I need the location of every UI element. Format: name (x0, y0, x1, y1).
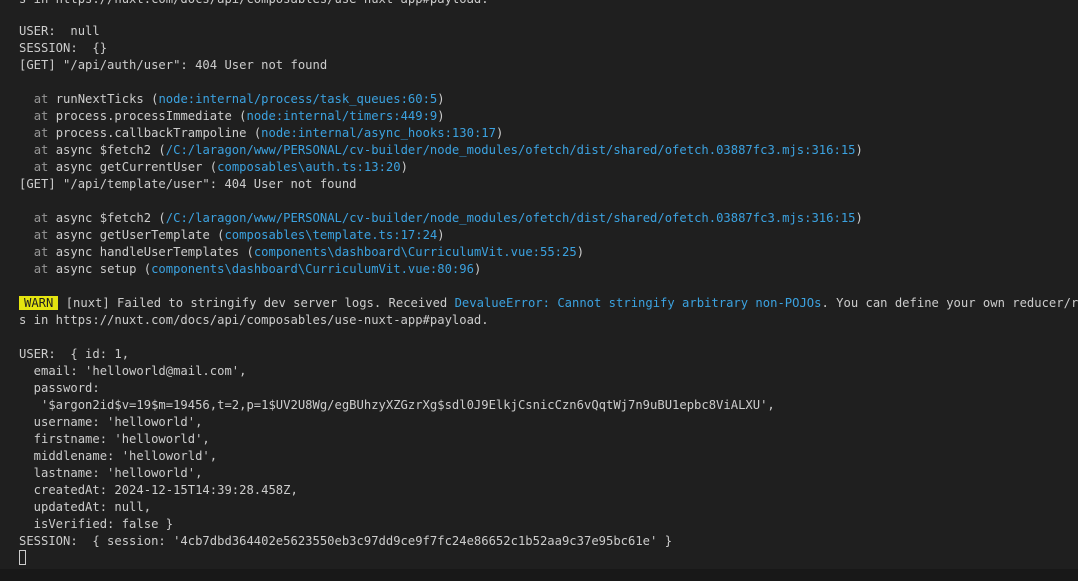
stack-at: at (33, 245, 56, 259)
stack-fn: process.callbackTrampoline ( (55, 126, 262, 140)
terminal-line: [GET] "/api/auth/user": 404 User not fou… (19, 58, 328, 72)
stack-fn: runNextTicks ( (55, 92, 159, 106)
terminal-line: USER: null (19, 24, 100, 38)
terminal-line: SESSION: { session: '4cb7dbd364402e56235… (19, 534, 673, 548)
stack-fn: process.processImmediate ( (55, 109, 247, 123)
panel-bottom-edge (0, 569, 1078, 581)
terminal-panel[interactable]: s in https://nuxt.com/docs/api/composabl… (0, 0, 1078, 581)
terminal-line: middlename: 'helloworld', (19, 449, 218, 463)
terminal-line: username: 'helloworld', (19, 415, 203, 429)
terminal-line: '$argon2id$v=19$m=19456,t=2,p=1$UV2U8Wg/… (19, 398, 775, 412)
stack-suffix: ) (400, 160, 408, 174)
stack-fn: async setup ( (55, 262, 152, 276)
stack-suffix: ) (576, 245, 585, 259)
warn-text: [nuxt] Failed to stringify dev server lo… (58, 296, 455, 310)
terminal-line: isVerified: false } (19, 517, 174, 531)
stack-frame: at process.callbackTrampoline (node:inte… (19, 125, 504, 142)
stack-at: at (33, 92, 56, 106)
stack-suffix: ) (855, 143, 863, 157)
stack-suffix: ) (437, 109, 445, 123)
warn-error-name: DevalueError: Cannot stringify arbitrary… (454, 296, 822, 310)
stack-location-link[interactable]: /C:/laragon/www/PERSONAL/cv-builder/node… (166, 211, 856, 225)
terminal-line: SESSION: {} (19, 41, 108, 55)
stack-location-link[interactable]: composables\auth.ts:13:20 (217, 160, 400, 174)
stack-location-link[interactable]: node:internal/process/task_queues:60:5 (158, 92, 437, 106)
stack-at: at (33, 126, 56, 140)
stack-fn: async $fetch2 ( (55, 143, 166, 157)
stack-at: at (33, 109, 56, 123)
terminal-line: email: 'helloworld@mail.com', (19, 364, 247, 378)
stack-at: at (33, 228, 56, 242)
stack-frame: at async handleUserTemplates (components… (19, 244, 584, 261)
stack-suffix: ) (437, 228, 445, 242)
stack-location-link[interactable]: components\dashboard\CurriculumVit.vue:5… (254, 245, 577, 259)
terminal-line: lastname: 'helloworld', (19, 466, 203, 480)
stack-location-link[interactable]: node:internal/async_hooks:130:17 (261, 126, 496, 140)
stack-frame: at async getUserTemplate (composables\te… (19, 227, 445, 244)
stack-fn: async getCurrentUser ( (55, 160, 218, 174)
warn-text-tail: . You can define your own reducer/revive… (821, 296, 1078, 310)
stack-suffix: ) (855, 211, 863, 225)
stack-suffix: ) (495, 126, 504, 140)
stack-suffix: ) (473, 262, 482, 276)
stack-location-link[interactable]: node:internal/timers:449:9 (246, 109, 437, 123)
stack-frame: at process.processImmediate (node:intern… (19, 108, 445, 125)
stack-at: at (33, 211, 56, 225)
stack-location-link[interactable]: components\dashboard\CurriculumVit.vue:8… (151, 262, 474, 276)
warn-badge: WARN (19, 296, 59, 310)
terminal-cursor (19, 550, 26, 565)
stack-frame: at async $fetch2 (/C:/laragon/www/PERSON… (19, 142, 863, 159)
stack-at: at (33, 262, 56, 276)
stack-frame: at async setup (components\dashboard\Cur… (19, 261, 482, 278)
warn-line: WARN [nuxt] Failed to stringify dev serv… (19, 295, 1078, 312)
terminal-line: [GET] "/api/template/user": 404 User not… (19, 177, 357, 191)
stack-location-link[interactable]: composables\template.ts:17:24 (224, 228, 437, 242)
terminal-line: createdAt: 2024-12-15T14:39:28.458Z, (19, 483, 298, 497)
terminal-line: s in https://nuxt.com/docs/api/composabl… (19, 313, 489, 327)
stack-at: at (33, 143, 56, 157)
stack-frame: at runNextTicks (node:internal/process/t… (19, 91, 445, 108)
terminal-line: USER: { id: 1, (19, 347, 130, 361)
terminal-line: firstname: 'helloworld', (19, 432, 210, 446)
stack-fn: async getUserTemplate ( (55, 228, 225, 242)
stack-at: at (33, 160, 56, 174)
stack-fn: async handleUserTemplates ( (55, 245, 254, 259)
stack-frame: at async $fetch2 (/C:/laragon/www/PERSON… (19, 210, 863, 227)
stack-location-link[interactable]: /C:/laragon/www/PERSONAL/cv-builder/node… (166, 143, 856, 157)
stack-frame: at async getCurrentUser (composables\aut… (19, 159, 408, 176)
terminal-line: password: (19, 381, 100, 395)
stack-suffix: ) (437, 92, 445, 106)
stack-fn: async $fetch2 ( (55, 211, 166, 225)
terminal-line: s in https://nuxt.com/docs/api/composabl… (19, 0, 489, 8)
terminal-line: updatedAt: null, (19, 500, 152, 514)
